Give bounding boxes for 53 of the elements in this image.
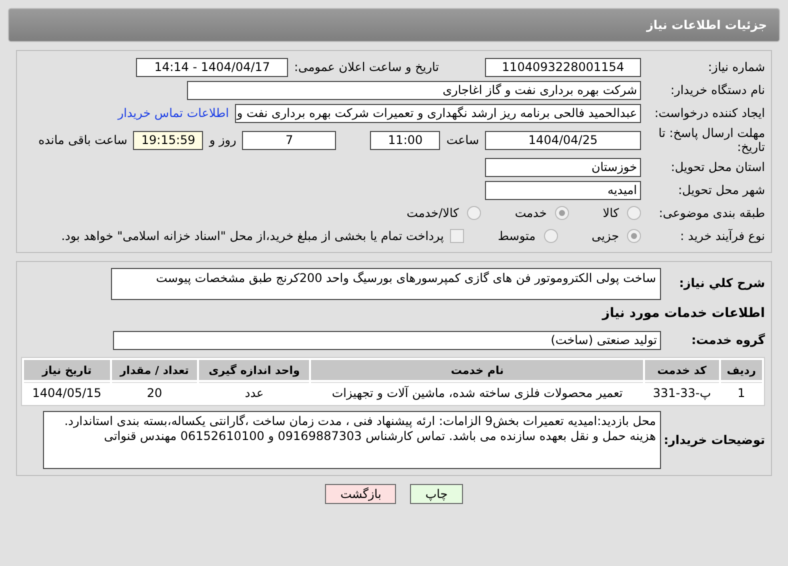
days-field: 7 (242, 130, 336, 150)
contact-link[interactable]: اطلاعات تماس خریدار (118, 106, 229, 120)
city-field: امیدیه (485, 180, 641, 200)
radio-label: خدمت (514, 206, 547, 220)
buyer-field: شرکت بهره برداری نفت و گاز اغاجاری (187, 80, 641, 100)
radio-button[interactable] (627, 229, 641, 243)
deadline-time-field: 11:00 (370, 130, 440, 150)
field-label: نوع فرآیند خرید : (679, 229, 765, 243)
remaining-time-field: 19:15:59 (133, 130, 204, 150)
field-label: روز و (209, 133, 236, 147)
print-button[interactable]: چاپ (410, 484, 463, 504)
summary-field: ساخت پولی الکتروموتور فن های گازی کمپرسورهای بورسیگ واحد 200کرنج طبق مشخصات پیوست (111, 268, 661, 300)
checkbox-label: پرداخت تمام یا بخشی از مبلغ خرید،از محل "اسناد خزانه اسلامی" خواهد بود. (61, 229, 444, 243)
field-label: ساعت باقی مانده (38, 133, 128, 147)
notes-field: محل بازدید:امیدیه تعمیرات بخش9 الزامات: ارئه پیشنهاد فنی ، مدت زمان ساخت ،گارانتی یکساله،بسته بندی استاندارد. هزینه حمل و نقل بعهده سازنده می باشد. تماس کارشناس 09169887303 و 06152610100 مهندس قنواتی (43, 411, 661, 469)
section-heading: اطلاعات خدمات مورد نیاز (602, 306, 765, 320)
field-label: گروه خدمت: (690, 333, 765, 347)
radio-label: جزیی (592, 229, 619, 243)
deadline-date-field: 1404/04/25 (485, 130, 641, 150)
column-header: تعداد / مقدار (112, 360, 198, 380)
service-group-field: تولید صنعتی (ساخت) (113, 330, 661, 350)
province-field: خوزستان (485, 158, 641, 176)
field-label: طبقه بندی موضوعی: (658, 206, 765, 220)
field-label: شرح کلي نياز: (678, 276, 765, 290)
field-label: شهر محل تحویل: (677, 183, 765, 197)
column-header: نام خدمت (311, 360, 644, 380)
need-number-field: 1104093228001154 (485, 58, 641, 76)
radio-button[interactable] (466, 206, 481, 220)
table-cell: پ-33-331 (645, 382, 719, 403)
table-cell: تعمیر محصولات فلزی ساخته شده، ماشین آلات و تجهیزات (311, 382, 644, 403)
column-header: ردیف (720, 360, 762, 380)
column-header: واحد اندازه گیری (199, 360, 310, 380)
announce-date-field: 1404/04/17 - 14:14 (136, 58, 288, 76)
field-label: توضیحات خریدار: (667, 433, 765, 447)
radio-button[interactable] (627, 206, 641, 220)
page-title: جزئیات اطلاعات نیاز (646, 18, 767, 32)
radio-button[interactable] (544, 229, 558, 243)
field-label: نام دستگاه خریدار: (670, 83, 765, 97)
field-label: مهلت ارسال پاسخ: تا تاریخ: (657, 126, 765, 154)
column-header: کد خدمت (645, 360, 719, 380)
radio-label: متوسط (498, 229, 536, 243)
field-label: استان محل تحویل: (670, 160, 765, 174)
radio-button[interactable] (554, 206, 569, 220)
field-label: تاریخ و ساعت اعلان عمومی: (294, 60, 439, 74)
field-label: ایجاد کننده درخواست: (653, 106, 765, 120)
radio-label: کالا/خدمت (406, 206, 459, 220)
field-label: شماره نیاز: (707, 60, 765, 74)
radio-label: کالا (602, 206, 619, 220)
back-button[interactable]: بازگشت (325, 484, 396, 504)
column-header: تاریخ نیاز (24, 360, 110, 380)
creator-field: عبدالحمید فالحی برنامه ریز ارشد نگهداری و تعمیرات شرکت بهره برداری نفت و (235, 104, 641, 122)
field-label: ساعت (446, 133, 479, 147)
checkbox[interactable] (450, 229, 464, 243)
